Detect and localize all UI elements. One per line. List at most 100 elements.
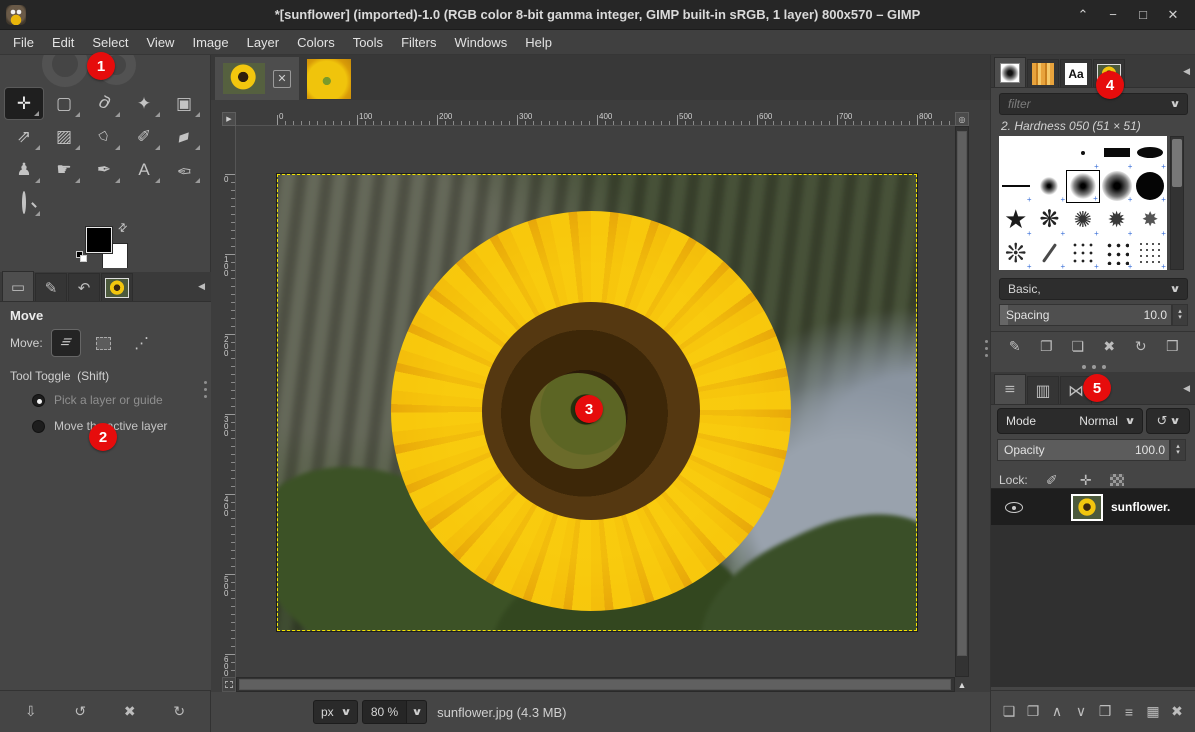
tool-text[interactable]: A [124, 153, 164, 186]
reset-preset-button[interactable]: ↻ [166, 700, 192, 724]
brush-circle[interactable] [1133, 170, 1167, 204]
menu-edit[interactable]: Edit [43, 32, 83, 53]
brush-blob[interactable]: ❊ [999, 237, 1033, 271]
lock-alpha-icon[interactable] [1110, 474, 1124, 486]
brush-bar[interactable] [1100, 136, 1134, 170]
horizontal-scrollbar-thumb[interactable] [239, 679, 951, 690]
open-brush-as-image-button[interactable]: ❒ [1159, 335, 1185, 359]
unit-select[interactable]: px ∨ [313, 700, 358, 724]
opacity-spinner[interactable]: ▴▾ [1170, 439, 1186, 461]
swap-colors-icon[interactable]: ⇄ [115, 220, 131, 236]
brush-scrollbar[interactable] [1170, 136, 1184, 270]
tool-paths[interactable]: ✒ [84, 153, 124, 186]
spacing-spinner[interactable]: ▴▾ [1172, 304, 1188, 326]
layer-mode-select[interactable]: Mode Normal ∨ [997, 408, 1143, 434]
tool-rectangle-select[interactable]: ▢ [44, 87, 84, 120]
raise-layer-button[interactable]: ∧ [1045, 700, 1069, 724]
refresh-brushes-button[interactable]: ↻ [1128, 335, 1154, 359]
brush-ellipse[interactable] [1133, 136, 1167, 170]
tool-transform[interactable]: ⇗ [4, 120, 44, 153]
close-tab-icon[interactable]: ✕ [273, 70, 291, 88]
move-target-selection-button[interactable] [89, 329, 119, 357]
tool-crop[interactable]: ▣ [164, 87, 204, 120]
visibility-eye-icon[interactable] [1005, 502, 1023, 513]
brush-filter-input[interactable]: filter ∨ [999, 93, 1188, 115]
move-target-layer-button[interactable]: ≡ [51, 329, 81, 357]
tab-undo-history[interactable]: ↶ [68, 273, 100, 301]
dock-collapse-icon[interactable]: ◀ [198, 281, 205, 292]
menu-view[interactable]: View [138, 32, 184, 53]
save-preset-button[interactable]: ⇩ [18, 700, 44, 724]
brush-specks[interactable] [1066, 237, 1100, 271]
brush-soft-s[interactable] [1033, 170, 1067, 204]
menu-windows[interactable]: Windows [445, 32, 516, 53]
delete-brush-button[interactable]: ✖ [1096, 335, 1122, 359]
brush-soft-l[interactable] [1100, 170, 1134, 204]
add-mask-button[interactable]: ▦ [1141, 700, 1165, 724]
menu-filters[interactable]: Filters [392, 32, 445, 53]
tool-smudge[interactable]: ☛ [44, 153, 84, 186]
ruler-origin-button[interactable]: ▶ [222, 112, 236, 126]
foreground-color-swatch[interactable] [86, 227, 112, 253]
brush-hline[interactable] [999, 170, 1033, 204]
new-brush-button[interactable]: ❐ [1033, 335, 1059, 359]
dock-collapse-icon[interactable]: ◀ [1183, 66, 1190, 77]
radio-pick-layer[interactable]: Pick a layer or guide [0, 387, 211, 413]
delete-preset-button[interactable]: ✖ [117, 700, 143, 724]
zoom-select[interactable]: ∨ [407, 700, 427, 724]
brush-soft-m[interactable] [1066, 170, 1100, 204]
tab-channels[interactable]: ▥ [1027, 376, 1059, 404]
brush-dot-tiny[interactable] [1066, 136, 1100, 170]
menu-help[interactable]: Help [516, 32, 561, 53]
brush-splat-2[interactable]: ✺ [1066, 203, 1100, 237]
menu-colors[interactable]: Colors [288, 32, 344, 53]
tool-zoom[interactable] [4, 186, 44, 219]
opacity-slider[interactable]: Opacity 100.0 [997, 439, 1170, 461]
menu-image[interactable]: Image [183, 32, 237, 53]
dock-splitter-handle[interactable] [991, 361, 1195, 372]
spacing-slider[interactable]: Spacing 10.0 [999, 304, 1172, 326]
quick-mask-button[interactable] [222, 677, 236, 692]
brush-specks-md[interactable] [1100, 237, 1134, 271]
tab-patterns[interactable] [1027, 59, 1059, 87]
zoom-follow-window-icon[interactable]: ◎ [955, 112, 969, 126]
layer-row[interactable]: sunflower. [991, 489, 1195, 525]
merge-layer-button[interactable]: ≡ [1117, 700, 1141, 724]
new-layer-group-button[interactable]: ❐ [1021, 700, 1045, 724]
panel-grip[interactable] [203, 381, 207, 398]
brush-splat-4[interactable]: ✸ [1133, 203, 1167, 237]
tab-device-status[interactable]: ✎ [35, 273, 67, 301]
delete-layer-button[interactable]: ✖ [1165, 700, 1189, 724]
tab-fonts[interactable]: Aa [1060, 59, 1092, 87]
lower-layer-button[interactable]: ∨ [1069, 700, 1093, 724]
tool-free-select[interactable]: ϱ [84, 87, 124, 120]
tab-tool-options[interactable]: ▭ [2, 271, 34, 301]
brush-scrollbar-thumb[interactable] [1172, 139, 1182, 187]
tab-images[interactable] [101, 273, 133, 301]
restore-preset-button[interactable]: ↺ [67, 700, 93, 724]
shade-icon[interactable]: ⌃ [1073, 7, 1093, 23]
image-tab-yellow-flower[interactable] [299, 57, 359, 100]
horizontal-scrollbar[interactable] [236, 677, 955, 692]
menu-file[interactable]: File [4, 32, 43, 53]
tool-clone[interactable]: ♟ [4, 153, 44, 186]
horizontal-ruler[interactable]: 0100200300400500600700800 [236, 112, 955, 126]
brush-splat-1[interactable]: ❋ [1033, 203, 1067, 237]
menu-layer[interactable]: Layer [238, 32, 289, 53]
tab-brushes[interactable] [994, 57, 1026, 87]
brush-dots-fine[interactable] [1133, 237, 1167, 271]
tool-color-picker[interactable]: ✑ [164, 153, 204, 186]
move-target-path-button[interactable]: ⋰ [127, 329, 157, 357]
mode-switch-button[interactable]: ↺∨ [1146, 408, 1190, 434]
tool-eraser[interactable]: ▰ [164, 120, 204, 153]
zoom-level-field[interactable]: 80 % [362, 700, 407, 724]
edit-brush-button[interactable]: ✎ [1002, 335, 1028, 359]
close-icon[interactable]: ✕ [1163, 7, 1183, 23]
tool-fuzzy-select[interactable]: ✦ [124, 87, 164, 120]
vertical-scrollbar-thumb[interactable] [957, 131, 967, 656]
tab-layers[interactable]: ≡ [994, 374, 1026, 404]
menu-select[interactable]: Select [83, 32, 137, 53]
brush-streak[interactable] [1033, 237, 1067, 271]
vertical-ruler[interactable]: 01 0 02 0 03 0 04 0 05 0 06 0 0 [222, 126, 236, 677]
tool-gradient[interactable]: ▨ [44, 120, 84, 153]
